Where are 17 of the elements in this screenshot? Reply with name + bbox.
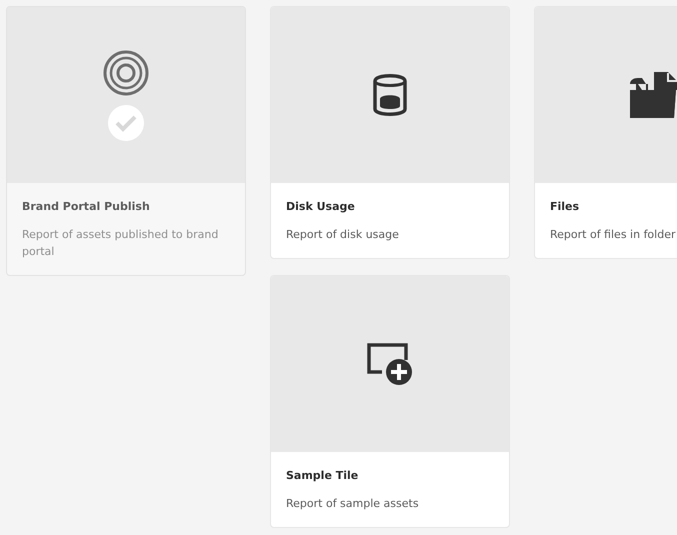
report-card[interactable]: Brand Portal Publish Report of assets published to brand portal (6, 6, 246, 276)
card-title: Brand Portal Publish (22, 200, 151, 213)
report-card[interactable]: Files Report of files in folder (534, 6, 677, 259)
screen-add-icon (366, 342, 414, 386)
card-title: Files (550, 200, 580, 213)
report-card[interactable]: Sample Tile Report of sample assets (270, 275, 510, 528)
folder-file-icon (628, 70, 677, 120)
report-card[interactable]: Disk Usage Report of disk usage (270, 6, 510, 259)
checkmark-icon[interactable] (108, 105, 144, 141)
card-title: Sample Tile (286, 469, 360, 482)
target-icon (102, 49, 150, 97)
card-description: Report of files in folder (550, 227, 676, 243)
database-icon (372, 73, 408, 117)
card-description: Report of assets published to brand portal (22, 227, 220, 260)
card-title: Disk Usage (286, 200, 356, 213)
card-description: Report of disk usage (286, 227, 400, 243)
card-description: Report of sample assets (286, 496, 420, 512)
